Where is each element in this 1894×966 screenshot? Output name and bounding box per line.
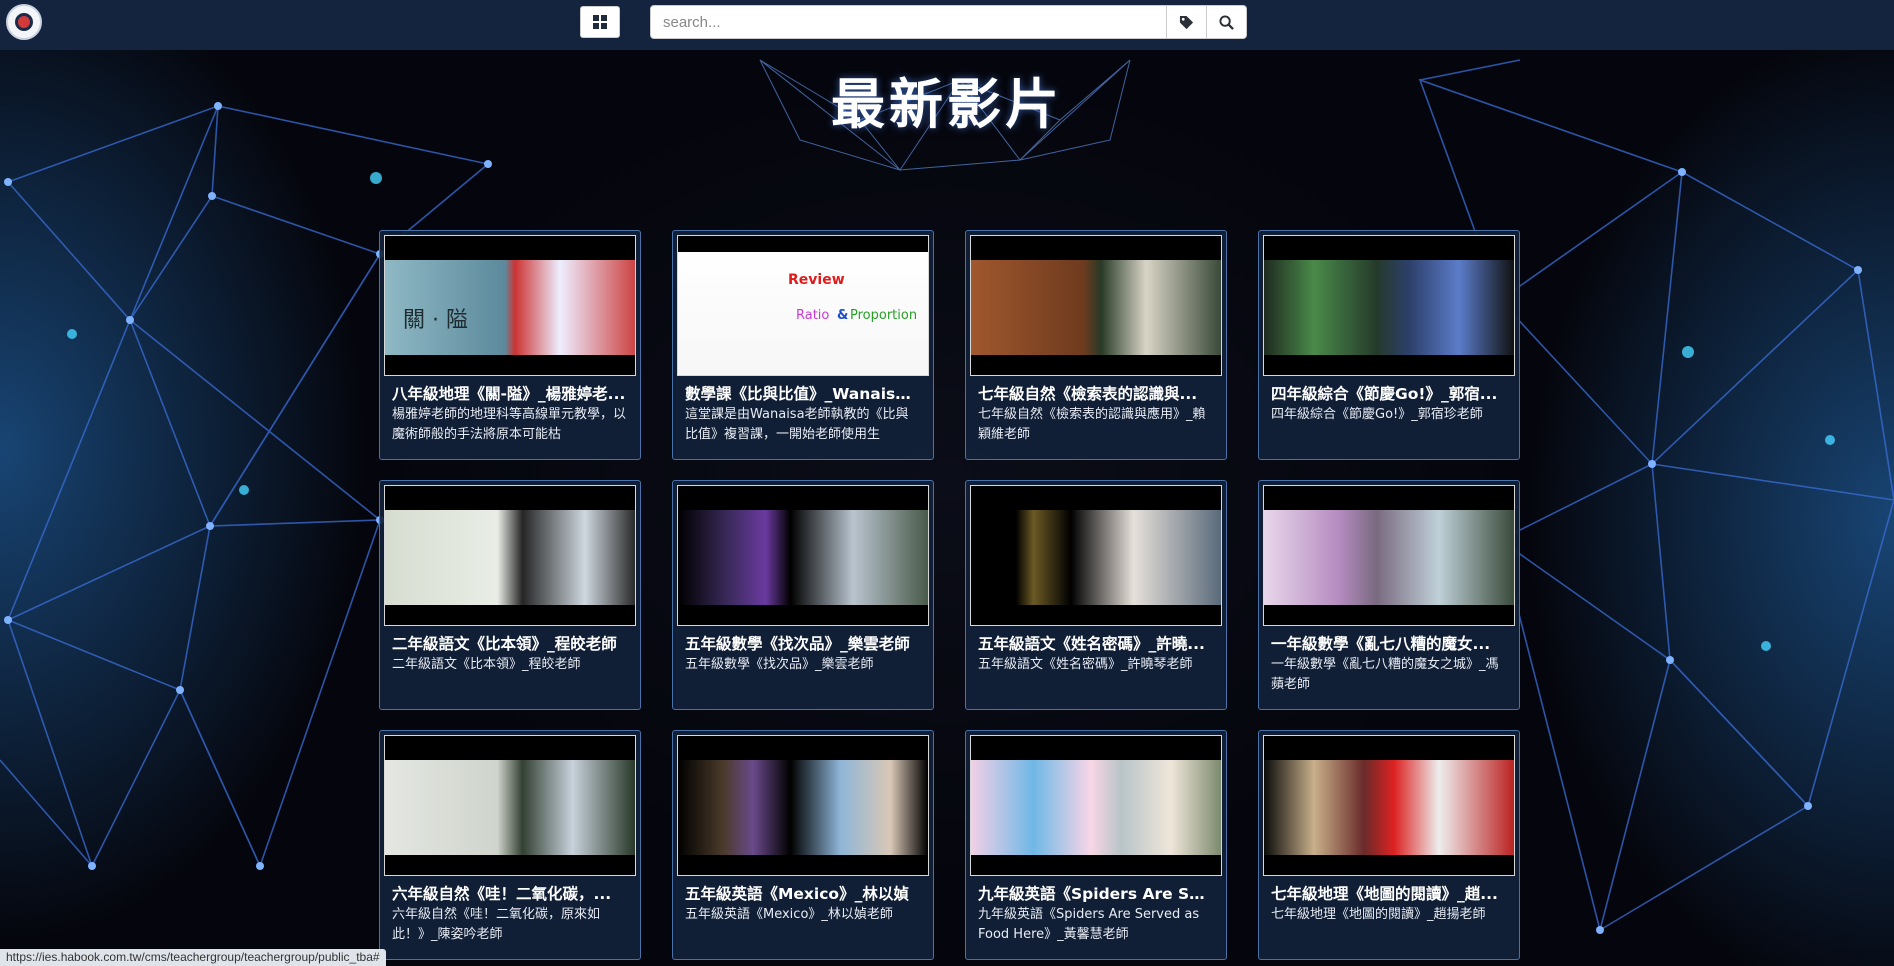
browser-status-url: https://ies.habook.com.tw/cms/teachergro… xyxy=(0,949,386,966)
video-title[interactable]: 五年級語文《姓名密碼》_許曉... xyxy=(970,634,1222,654)
thumbnail-caption: Proportion xyxy=(850,308,918,323)
video-title[interactable]: 七年級地理《地圖的閱讀》_趙... xyxy=(1263,884,1515,904)
thumbnail-caption: 關 · 隘 xyxy=(403,308,468,333)
tag-icon xyxy=(1179,15,1194,29)
video-card[interactable]: 二年級語文《比本領》_程皎老師 二年級語文《比本領》_程皎老師 xyxy=(379,480,641,710)
video-description: 七年級地理《地圖的閱讀》_趙揚老師 xyxy=(1271,907,1486,922)
video-description: 二年級語文《比本領》_程皎老師 xyxy=(392,657,581,672)
video-card[interactable]: 五年級數學《找次品》_樂雲老師 五年級數學《找次品》_樂雲老師 xyxy=(672,480,934,710)
thumbnail-ampersand: & xyxy=(837,308,849,323)
video-card[interactable]: 九年級英語《Spiders Are Ser... 九年級英語《Spiders Ar… xyxy=(965,730,1227,960)
video-description: 一年級數學《亂七八糟的魔女之城》_馮蘋老師 xyxy=(1271,657,1499,692)
video-description: 九年級英語《Spiders Are Served as Food Here》_黃… xyxy=(978,907,1200,942)
video-thumbnail[interactable] xyxy=(1263,485,1515,626)
video-title[interactable]: 五年級數學《找次品》_樂雲老師 xyxy=(677,634,929,654)
tag-filter-button[interactable] xyxy=(1166,6,1206,38)
video-description: 楊雅婷老師的地理科等高線單元教學，以魔術師般的手法將原本可能枯 xyxy=(392,407,627,442)
video-thumbnail[interactable] xyxy=(1263,235,1515,376)
video-thumbnail[interactable] xyxy=(970,235,1222,376)
search-input[interactable] xyxy=(651,6,1166,38)
video-card[interactable]: 六年級自然《哇！二氧化碳，... 六年級自然《哇！二氧化碳，原來如此！》_陳姿吟老… xyxy=(379,730,641,960)
video-title[interactable]: 六年級自然《哇！二氧化碳，... xyxy=(384,884,636,904)
search-bar xyxy=(650,5,1247,39)
video-description: 這堂課是由Wanaisa老師執教的《比與比值》複習課，一開始老師使用生 xyxy=(685,407,909,442)
video-title[interactable]: 八年級地理《關-隘》_楊雅婷老... xyxy=(384,384,636,404)
video-thumbnail[interactable] xyxy=(1263,735,1515,876)
video-card[interactable]: Review Ratio & Proportion 數學課《比與比值》_Wanaisa.… xyxy=(672,230,934,460)
video-title[interactable]: 五年級英語《Mexico》_林以媜 xyxy=(677,884,929,904)
video-card[interactable]: 一年級數學《亂七八糟的魔女... 一年級數學《亂七八糟的魔女之城》_馮蘋老師 xyxy=(1258,480,1520,710)
video-description: 七年級自然《檢索表的認識與應用》_賴穎維老師 xyxy=(978,407,1206,442)
video-title[interactable]: 九年級英語《Spiders Are Ser... xyxy=(970,884,1222,904)
video-grid: 關 · 隘八年級地理《關-隘》_楊雅婷老... 楊雅婷老師的地理科等高線單元教學，… xyxy=(379,230,1521,960)
grid-view-button[interactable] xyxy=(580,6,620,38)
video-thumbnail[interactable] xyxy=(677,485,929,626)
video-card[interactable]: 五年級語文《姓名密碼》_許曉... 五年級語文《姓名密碼》_許曉琴老師 xyxy=(965,480,1227,710)
thumbnail-caption: Ratio xyxy=(796,308,830,323)
video-card[interactable]: 七年級自然《檢索表的認識與... 七年級自然《檢索表的認識與應用》_賴穎維老師 xyxy=(965,230,1227,460)
search-button[interactable] xyxy=(1206,6,1246,38)
video-description: 六年級自然《哇！二氧化碳，原來如此！》_陳姿吟老師 xyxy=(392,907,601,942)
video-thumbnail[interactable] xyxy=(384,485,636,626)
video-thumbnail[interactable] xyxy=(970,735,1222,876)
video-card[interactable]: 四年級綜合《節慶Go!》_郭宿... 四年級綜合《節慶Go!》_郭宿珍老師 xyxy=(1258,230,1520,460)
video-thumbnail[interactable] xyxy=(384,735,636,876)
video-description: 五年級英語《Mexico》_林以媜老師 xyxy=(685,907,893,922)
video-card[interactable]: 關 · 隘八年級地理《關-隘》_楊雅婷老... 楊雅婷老師的地理科等高線單元教學，… xyxy=(379,230,641,460)
video-description: 五年級數學《找次品》_樂雲老師 xyxy=(685,657,874,672)
video-title[interactable]: 數學課《比與比值》_Wanaisa... xyxy=(677,384,929,404)
video-thumbnail[interactable]: 關 · 隘 xyxy=(384,235,636,376)
logo-mascot-icon xyxy=(15,13,33,31)
video-title[interactable]: 一年級數學《亂七八糟的魔女... xyxy=(1263,634,1515,654)
video-thumbnail[interactable] xyxy=(970,485,1222,626)
video-description: 五年級語文《姓名密碼》_許曉琴老師 xyxy=(978,657,1193,672)
video-thumbnail[interactable] xyxy=(677,735,929,876)
video-title[interactable]: 二年級語文《比本領》_程皎老師 xyxy=(384,634,636,654)
site-logo[interactable] xyxy=(6,4,42,40)
video-card[interactable]: 七年級地理《地圖的閱讀》_趙... 七年級地理《地圖的閱讀》_趙揚老師 xyxy=(1258,730,1520,960)
page-title: 最新影片 xyxy=(831,73,1063,136)
search-icon xyxy=(1219,14,1234,30)
video-title[interactable]: 七年級自然《檢索表的認識與... xyxy=(970,384,1222,404)
grid-icon xyxy=(593,15,607,29)
thumbnail-caption: Review xyxy=(788,272,845,288)
video-card[interactable]: 五年級英語《Mexico》_林以媜五年級英語《Mexico》_林以媜老師 xyxy=(672,730,934,960)
top-navbar xyxy=(0,0,1894,50)
video-title[interactable]: 四年級綜合《節慶Go!》_郭宿... xyxy=(1263,384,1515,404)
video-description: 四年級綜合《節慶Go!》_郭宿珍老師 xyxy=(1271,407,1483,422)
video-thumbnail[interactable]: Review Ratio & Proportion xyxy=(677,235,929,376)
